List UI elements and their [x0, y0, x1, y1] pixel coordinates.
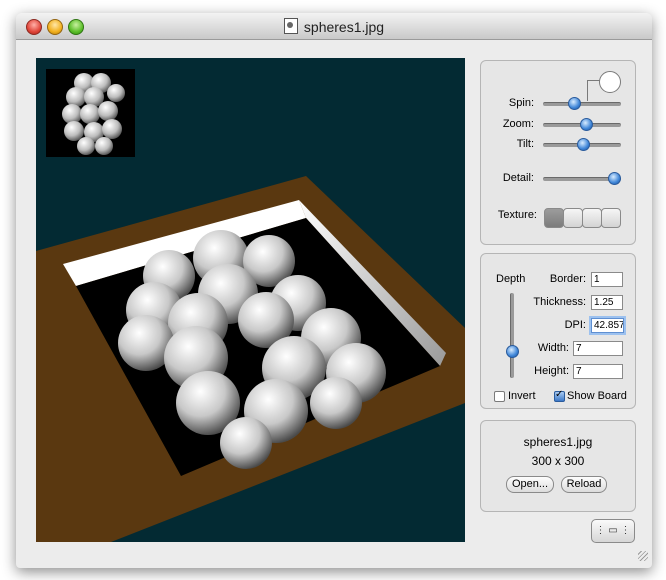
dpi-label: DPI:: [564, 319, 586, 331]
border-field[interactable]: 1: [591, 272, 623, 287]
depth-slider-knob[interactable]: [506, 344, 519, 358]
file-name: spheres1.jpg: [523, 435, 593, 449]
sphere: [220, 417, 272, 469]
detail-slider-knob[interactable]: [607, 172, 621, 185]
main-window: spheres1.jpg Spin: Zoom: Tilt: Detail: T…: [16, 13, 652, 568]
spin-indicator-line: [587, 80, 600, 101]
texture-label: Texture:: [497, 209, 537, 221]
texture-option-3[interactable]: [582, 208, 602, 228]
window-title: spheres1.jpg: [16, 18, 652, 35]
spin-dial[interactable]: [599, 71, 621, 93]
title-bar[interactable]: spheres1.jpg: [16, 13, 652, 40]
texture-option-2[interactable]: [563, 208, 583, 228]
thickness-field[interactable]: 1.25: [591, 295, 623, 310]
height-field[interactable]: 7: [573, 364, 623, 379]
texture-option-1[interactable]: [544, 208, 564, 228]
tilt-slider-knob[interactable]: [576, 138, 590, 151]
width-label: Width:: [537, 342, 569, 354]
zoom-slider-knob[interactable]: [579, 118, 593, 131]
texture-option-4[interactable]: [601, 208, 621, 228]
show-board-checkbox[interactable]: [554, 389, 565, 402]
show-board-label: Show Board: [567, 390, 627, 402]
toolbar-toggle-button[interactable]: ⋮ ▭ ⋮: [591, 519, 635, 543]
zoom-label: Zoom:: [502, 118, 534, 130]
3d-viewport[interactable]: [36, 58, 465, 542]
thumbnail-preview: [46, 69, 135, 157]
spin-label: Spin:: [508, 97, 534, 109]
depth-slider-track[interactable]: [510, 293, 514, 378]
width-field[interactable]: 7: [573, 341, 623, 356]
thickness-label: Thickness:: [533, 296, 586, 308]
detail-label: Detail:: [502, 172, 534, 184]
border-label: Border:: [549, 273, 586, 285]
spin-slider-track[interactable]: [543, 102, 621, 106]
reload-button[interactable]: Reload: [561, 476, 607, 493]
depth-label: Depth: [496, 273, 526, 285]
height-label: Height:: [534, 365, 569, 377]
open-button[interactable]: Open...: [506, 476, 554, 493]
invert-checkbox[interactable]: [494, 391, 505, 402]
dpi-field[interactable]: 42.85714: [591, 318, 624, 333]
window-title-text: spheres1.jpg: [303, 19, 385, 35]
thumbnail-image: [62, 73, 125, 155]
file-dimensions: 300 x 300: [531, 454, 585, 468]
invert-label: Invert: [508, 390, 536, 402]
document-proxy-icon[interactable]: [283, 18, 298, 34]
tilt-label: Tilt:: [516, 138, 534, 150]
resize-grip[interactable]: [638, 551, 648, 561]
sphere: [310, 377, 362, 429]
